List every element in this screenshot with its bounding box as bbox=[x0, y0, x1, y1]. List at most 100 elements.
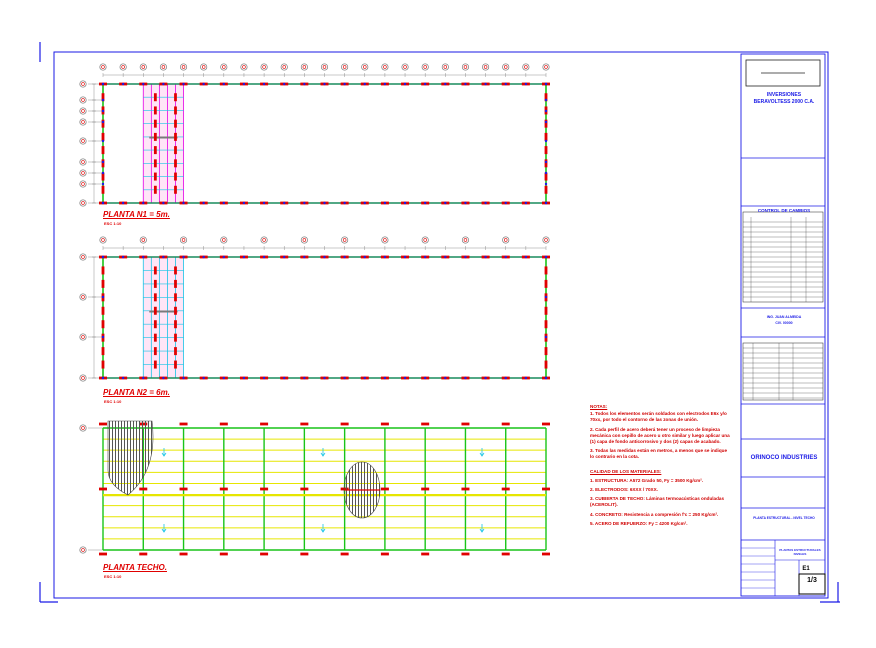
column-mark bbox=[99, 487, 107, 491]
column-mark bbox=[101, 159, 105, 168]
column-mark bbox=[174, 306, 177, 315]
column-mark bbox=[501, 422, 510, 426]
engineer-line2: CIV. 00000 bbox=[775, 321, 793, 325]
column-mark bbox=[544, 132, 548, 141]
column-node bbox=[202, 201, 205, 205]
note-item: 2. Cada perfil de acero deberá tener un … bbox=[590, 426, 730, 445]
column-node bbox=[222, 82, 226, 86]
notes-heading: NOTAS: bbox=[590, 404, 608, 409]
grid-bubble bbox=[300, 236, 308, 244]
column-mark bbox=[174, 333, 177, 342]
column-mark bbox=[174, 93, 177, 102]
changes-heading: CONTROL DE CAMBIOS bbox=[757, 208, 811, 213]
column-node bbox=[363, 82, 366, 86]
column-node bbox=[162, 201, 165, 205]
stair-bay bbox=[143, 84, 184, 203]
column-mark bbox=[174, 159, 177, 168]
column-node bbox=[544, 98, 548, 102]
column-node bbox=[323, 201, 326, 205]
column-mark bbox=[101, 306, 105, 315]
grid-bubble bbox=[79, 118, 87, 126]
column-node bbox=[383, 255, 387, 259]
grid-bubble bbox=[200, 63, 208, 71]
column-mark bbox=[174, 172, 177, 181]
column-node bbox=[162, 82, 165, 86]
plan1-scale: ESC 1:10 bbox=[104, 221, 122, 226]
column-mark bbox=[544, 347, 548, 356]
grid-bubble bbox=[79, 158, 87, 166]
column-mark bbox=[153, 185, 157, 194]
grid-bubble bbox=[79, 199, 87, 207]
column-node bbox=[162, 376, 165, 380]
column-mark bbox=[542, 552, 550, 556]
grid-bubble bbox=[461, 236, 470, 244]
column-mark bbox=[174, 106, 177, 115]
column-mark bbox=[421, 422, 430, 426]
grid-bubble bbox=[99, 63, 107, 71]
column-mark bbox=[260, 487, 269, 491]
column-mark bbox=[380, 552, 389, 556]
column-mark bbox=[380, 422, 389, 426]
column-mark bbox=[174, 279, 177, 288]
column-node bbox=[484, 82, 487, 86]
grid-bubble bbox=[461, 63, 470, 71]
company-name-line1: INVERSIONES bbox=[766, 92, 802, 98]
column-node bbox=[383, 201, 387, 205]
column-node bbox=[544, 335, 548, 339]
column-mark bbox=[300, 487, 309, 491]
column-mark bbox=[174, 320, 177, 329]
column-node bbox=[343, 82, 346, 86]
column-mark bbox=[544, 320, 548, 329]
materials-heading: CALIDAD DE LOS MATERIALES: bbox=[590, 468, 662, 474]
column-mark bbox=[260, 552, 269, 556]
column-node bbox=[423, 255, 427, 259]
column-node bbox=[504, 201, 507, 205]
grid-bubble bbox=[482, 63, 490, 71]
column-mark bbox=[461, 487, 470, 491]
column-mark bbox=[153, 333, 157, 342]
column-node bbox=[142, 82, 145, 86]
column-node bbox=[101, 376, 105, 380]
column-node bbox=[262, 255, 266, 259]
column-mark bbox=[99, 422, 107, 426]
plan1-title: PLANTA N1 = 5m. bbox=[103, 210, 170, 219]
grid-bubble bbox=[79, 169, 87, 177]
column-node bbox=[544, 171, 548, 175]
column-mark bbox=[380, 487, 389, 491]
column-mark bbox=[153, 106, 157, 115]
column-mark bbox=[544, 266, 548, 275]
column-mark bbox=[174, 146, 177, 155]
column-mark bbox=[544, 146, 548, 155]
column-mark bbox=[174, 119, 177, 128]
column-node bbox=[544, 120, 548, 124]
column-mark bbox=[340, 552, 349, 556]
column-mark bbox=[179, 422, 188, 426]
column-node bbox=[524, 82, 528, 86]
column-mark bbox=[153, 172, 157, 181]
column-node bbox=[182, 201, 185, 205]
column-node bbox=[222, 376, 226, 380]
column-node bbox=[444, 201, 447, 205]
column-node bbox=[162, 255, 165, 259]
column-node bbox=[182, 376, 185, 380]
project-name: ORINOCO INDUSTRIES bbox=[750, 455, 818, 461]
grid-bubble bbox=[542, 236, 550, 244]
sheet-label: PLANTAS ESTRUCTURALES NIVELES bbox=[779, 548, 821, 556]
grid-bubble bbox=[99, 236, 107, 244]
column-node bbox=[544, 82, 548, 86]
column-mark bbox=[542, 487, 550, 491]
column-mark bbox=[153, 293, 157, 302]
column-node bbox=[444, 376, 447, 380]
grid-bubble bbox=[79, 107, 87, 115]
column-node bbox=[524, 255, 528, 259]
column-node bbox=[383, 82, 387, 86]
column-node bbox=[101, 182, 105, 186]
column-mark bbox=[153, 159, 157, 168]
column-mark bbox=[300, 422, 309, 426]
column-node bbox=[403, 376, 407, 380]
column-mark bbox=[174, 360, 177, 369]
column-mark bbox=[179, 552, 188, 556]
column-mark bbox=[153, 320, 157, 329]
column-mark bbox=[461, 552, 470, 556]
grid-bubble bbox=[280, 63, 288, 71]
